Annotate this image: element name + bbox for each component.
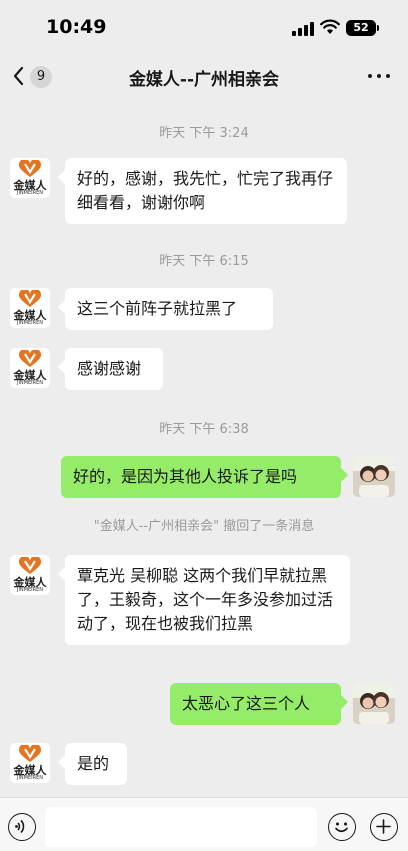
battery-tip: [377, 25, 379, 31]
message-text: 是的: [77, 754, 110, 773]
user-avatar[interactable]: [353, 682, 395, 724]
heart-logo-icon: [18, 290, 42, 307]
user-photo: [353, 682, 395, 724]
message-text: 好的，感谢，我先忙，忙完了我再仔细看看，谢谢你啊: [77, 169, 334, 212]
message-bubble-received[interactable]: 是的: [65, 743, 127, 785]
logo-subtext: JINMEIREN: [16, 380, 43, 386]
message-text: 覃克光 吴柳聪 这两个我们早就拉黑了，王毅奇，这个一年多没参加过活动了，现在也被…: [77, 566, 334, 633]
status-bar: 10:49 52: [0, 0, 408, 54]
contact-avatar[interactable]: 金媒人 JINMEIREN: [10, 288, 50, 328]
message-bubble-sent[interactable]: 太恶心了这三个人: [170, 683, 341, 725]
more-dots-icon[interactable]: [368, 72, 392, 80]
contact-avatar[interactable]: 金媒人 JINMEIREN: [10, 555, 50, 595]
unread-count-badge[interactable]: 9: [30, 66, 52, 88]
input-bar: [0, 797, 408, 851]
message-bubble-received[interactable]: 感谢感谢: [65, 348, 163, 390]
heart-logo-icon: [18, 350, 42, 367]
message-text: 感谢感谢: [77, 359, 142, 378]
message-bubble-sent[interactable]: 好的，是因为其他人投诉了是吗: [61, 456, 341, 498]
message-text: 好的，是因为其他人投诉了是吗: [73, 467, 298, 486]
heart-logo-icon: [18, 160, 42, 177]
message-text: 这三个前阵子就拉黑了: [77, 299, 238, 318]
contact-avatar[interactable]: 金媒人 JINMEIREN: [10, 158, 50, 198]
timestamp: 昨天 下午 3:24: [159, 126, 249, 141]
user-avatar[interactable]: [353, 455, 395, 497]
message-bubble-received[interactable]: 这三个前阵子就拉黑了: [65, 288, 273, 330]
recall-notice: "金媒人--广州相亲会" 撤回了一条消息: [93, 519, 315, 534]
voice-icon[interactable]: [8, 813, 36, 841]
heart-logo-icon: [18, 745, 42, 762]
timestamp: 昨天 下午 6:38: [159, 422, 249, 437]
timestamp: 昨天 下午 6:15: [159, 254, 249, 269]
logo-subtext: JINMEIREN: [16, 320, 43, 326]
contact-avatar[interactable]: 金媒人 JINMEIREN: [10, 348, 50, 388]
user-photo: [353, 455, 395, 497]
chat-title: 金媒人--广州相亲会: [128, 70, 280, 90]
logo-subtext: JINMEIREN: [16, 775, 43, 781]
chat-header: 9 金媒人--广州相亲会: [0, 54, 408, 100]
logo-subtext: JINMEIREN: [16, 190, 43, 196]
status-time: 10:49: [46, 16, 107, 38]
plus-icon[interactable]: [370, 813, 398, 841]
chevron-left-icon[interactable]: [11, 65, 27, 87]
message-bubble-received[interactable]: 覃克光 吴柳聪 这两个我们早就拉黑了，王毅奇，这个一年多没参加过活动了，现在也被…: [65, 555, 350, 645]
cellular-signal-icon: [292, 22, 314, 36]
heart-logo-icon: [18, 557, 42, 574]
message-bubble-received[interactable]: 好的，感谢，我先忙，忙完了我再仔细看看，谢谢你啊: [65, 158, 347, 224]
message-input[interactable]: [45, 807, 317, 847]
contact-avatar[interactable]: 金媒人 JINMEIREN: [10, 743, 50, 783]
message-text: 太恶心了这三个人: [182, 694, 311, 713]
battery-indicator: 52: [346, 20, 376, 36]
logo-subtext: JINMEIREN: [16, 587, 43, 593]
wifi-icon: [320, 19, 340, 34]
emoji-icon[interactable]: [328, 813, 356, 841]
